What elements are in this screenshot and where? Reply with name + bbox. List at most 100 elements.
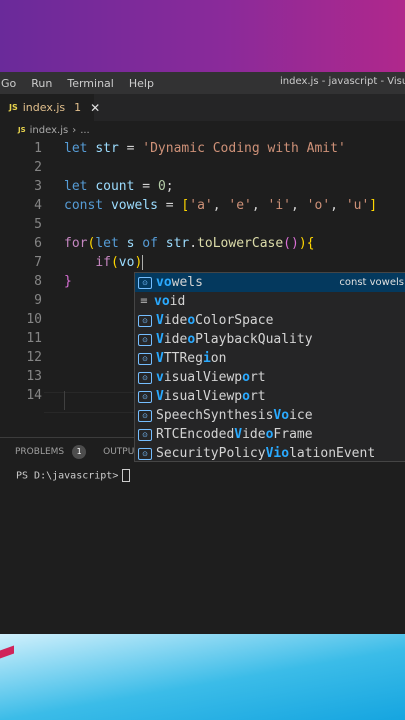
- suggestion-detail: const vowels: [339, 277, 404, 288]
- punctuation-token: ,: [291, 198, 299, 213]
- terminal[interactable]: PS D:\javascript>: [0, 465, 405, 635]
- punctuation-token: =: [142, 179, 151, 194]
- tab-label: index.js: [22, 101, 66, 114]
- variable-icon: ⊙: [138, 447, 152, 460]
- line-number: 4: [34, 198, 42, 213]
- suggestion-text: ide: [242, 427, 266, 442]
- variable-icon: ⊙: [138, 390, 152, 403]
- suggestion-item[interactable]: ⊙ VisualViewp o rt: [135, 387, 405, 406]
- punctuation-token: ,: [212, 198, 221, 213]
- suggestion-text: TTReg: [163, 351, 203, 366]
- bracket-token: (: [283, 236, 291, 251]
- close-icon[interactable]: ✕: [90, 101, 100, 115]
- line-number: 7: [34, 255, 42, 270]
- accent-shape: [0, 645, 14, 659]
- bracket-token: {: [306, 236, 315, 251]
- problems-count-badge: 1: [72, 445, 87, 459]
- suggestion-text: rt: [249, 389, 266, 404]
- suggestion-text: isualViewp: [163, 389, 243, 404]
- variable-icon: ⊙: [138, 314, 152, 327]
- code-line: const vowels = ['a', 'e', 'i', 'o', 'u']: [64, 196, 377, 215]
- suggestion-item[interactable]: ≡ vo id: [135, 292, 405, 311]
- punctuation-token: ,: [251, 198, 260, 213]
- suggestion-text: SecurityPolicy: [156, 446, 266, 461]
- suggestion-item[interactable]: ⊙ SpeechSynthesis Vo ice: [135, 406, 405, 425]
- match-highlight: Vo: [273, 408, 290, 423]
- keyword-token: let: [64, 179, 88, 194]
- line-number: 13: [26, 369, 42, 384]
- code-line: if(vo): [64, 253, 144, 272]
- match-highlight: vo: [154, 294, 170, 309]
- match-highlight: i: [202, 351, 211, 366]
- match-highlight: o: [265, 427, 274, 442]
- bracket-token: ): [298, 236, 307, 251]
- match-highlight: V: [156, 332, 164, 347]
- match-highlight: V: [156, 389, 164, 404]
- suggestion-item[interactable]: ⊙ V TTReg i on: [135, 349, 405, 368]
- suggestion-text: ice: [289, 408, 313, 423]
- breadcrumb-separator: ›: [72, 124, 77, 136]
- bracket-token: ]: [369, 198, 378, 213]
- suggestion-item[interactable]: ⊙ Vide o ColorSpace: [135, 311, 405, 330]
- punctuation-token: .: [189, 236, 198, 251]
- terminal-prompt: PS D:\javascript>: [16, 469, 131, 482]
- string-token: 'e': [228, 198, 252, 213]
- suggestion-item[interactable]: ⊙ RTCEncoded Vide o Frame: [135, 425, 405, 444]
- string-token: 'i': [267, 198, 292, 213]
- suggestion-item[interactable]: ⊙ v isualViewp o rt: [135, 368, 405, 387]
- match-highlight: o: [242, 389, 250, 404]
- breadcrumb: JS index.js › ...: [0, 121, 405, 139]
- line-number: 11: [26, 331, 42, 346]
- menu-run[interactable]: Run: [31, 77, 52, 90]
- suggestion-text: wels: [171, 275, 203, 290]
- code-line: }: [64, 272, 72, 291]
- string-token: 'o': [306, 198, 331, 213]
- line-number: 8: [34, 274, 42, 289]
- line-number: 2: [34, 160, 42, 175]
- menu-help[interactable]: Help: [129, 77, 154, 90]
- bracket-token: ): [134, 255, 143, 270]
- menu-terminal[interactable]: Terminal: [67, 77, 114, 90]
- suggestion-text: ide: [163, 332, 188, 347]
- identifier-token: str: [165, 236, 190, 251]
- breadcrumb-symbol[interactable]: ...: [80, 125, 90, 136]
- keyword-token: let: [64, 141, 88, 156]
- tab-problems[interactable]: PROBLEMS: [15, 447, 64, 457]
- line-number: 5: [34, 217, 42, 232]
- string-token: 'u': [345, 198, 370, 213]
- match-highlight: V: [156, 313, 164, 328]
- match-highlight: o: [187, 313, 196, 328]
- keyword-token: const: [64, 198, 104, 213]
- tab-index-js[interactable]: JS index.js 1 ✕: [0, 94, 100, 121]
- indent-guide: [64, 391, 65, 410]
- suggestion-text: Frame: [273, 427, 313, 442]
- suggestion-item[interactable]: ⊙ vo wels const vowels: [135, 273, 405, 292]
- suggestion-text: on: [210, 351, 227, 366]
- string-token: 'a': [189, 198, 213, 213]
- variable-icon: ⊙: [138, 333, 152, 346]
- top-banner: [0, 0, 405, 72]
- variable-icon: ⊙: [138, 409, 152, 422]
- terminal-cursor: [122, 469, 131, 482]
- line-number: 12: [26, 350, 42, 365]
- menu-go[interactable]: Go: [1, 77, 16, 90]
- line-number: 14: [26, 388, 42, 403]
- match-highlight: V: [234, 427, 243, 442]
- line-number: 10: [26, 312, 42, 327]
- suggestion-item[interactable]: ⊙ SecurityPolicy Vio lationEvent: [135, 444, 405, 461]
- keyword-icon: ≡: [139, 295, 149, 307]
- code-line: for(let s of str.toLowerCase()){: [64, 234, 314, 253]
- code-line: let str = 'Dynamic Coding with Amit': [64, 139, 346, 158]
- match-highlight: o: [187, 332, 196, 347]
- breadcrumb-file[interactable]: index.js: [30, 125, 69, 136]
- keyword-token: if: [95, 255, 111, 270]
- js-file-icon: JS: [9, 103, 18, 112]
- bracket-token: (: [110, 255, 119, 270]
- suggestion-item[interactable]: ⊙ Vide o PlaybackQuality: [135, 330, 405, 349]
